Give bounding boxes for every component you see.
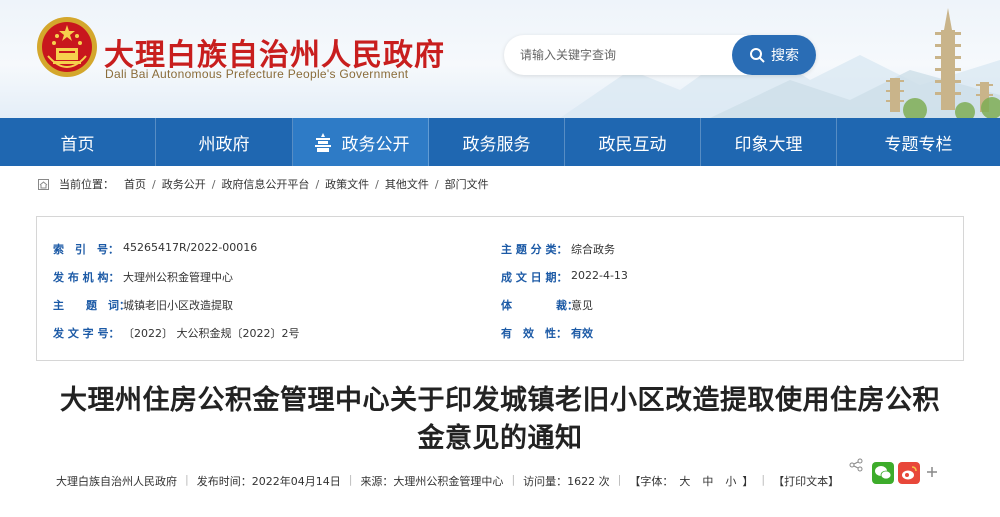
share-icon[interactable] [848,458,864,472]
breadcrumb-policy-docs[interactable]: 政策文件 [325,176,369,192]
breadcrumb-other-docs[interactable]: 其他文件 [385,176,429,192]
wechat-icon[interactable] [872,462,894,484]
info-genre: 体 裁： 意见 [501,297,593,313]
info-date: 成 文 日 期： 2022-4-13 [501,269,628,285]
info-label: 有 效 性： [501,327,567,340]
meta-source: 来源：大理州公积金管理中心 [360,475,504,488]
info-label: 主 题 分 类： [501,243,568,256]
national-emblem-icon [37,17,97,77]
font-size-large[interactable]: 大 [679,473,690,489]
share-bar [848,458,938,488]
breadcrumb-dept-docs[interactable]: 部门文件 [445,176,489,192]
site-subtitle: Dali Bai Autonomous Prefecture People's … [105,67,409,81]
nav-item-services[interactable]: 政务服务 [429,118,565,166]
info-value: 意见 [571,299,593,312]
info-value: 综合政务 [571,243,615,256]
meta-divider: | [617,473,622,486]
font-size-end: 】 [742,475,754,488]
font-size-small[interactable]: 小 [725,473,736,489]
meta-views: 访问量：1622 次 [523,475,610,488]
meta-divider: | [761,473,766,486]
document-info-panel: 索 引 号： 45265417R/2022-00016 主 题 分 类： 综合政… [36,216,964,361]
breadcrumb-separator: / [434,177,439,191]
meta-divider: | [185,473,189,486]
search-button-label: 搜索 [771,48,799,64]
nav-item-topics[interactable]: 专题专栏 [837,118,1000,166]
info-label: 体 裁： [501,299,578,312]
weibo-icon[interactable] [898,462,920,484]
document-title: 大理州住房公积金管理中心关于印发城镇老旧小区改造提取使用住房公积 金意见的通知 [36,382,964,458]
info-value: 大理州公积金管理中心 [123,271,233,284]
nav-item-public-affairs[interactable]: 政务公开 [293,118,429,166]
font-size-label: 【字体： [629,475,674,488]
nav-label: 政民互动 [598,134,667,155]
info-publisher: 发 布 机 构： 大理州公积金管理中心 [53,269,233,285]
nav-item-government[interactable]: 州政府 [156,118,293,166]
nav-label: 印象大理 [734,134,803,155]
nav-item-interaction[interactable]: 政民互动 [565,118,701,166]
info-value: 45265417R/2022-00016 [123,241,258,254]
info-value: 〔2022〕 大公积金规〔2022〕2号 [123,327,300,340]
info-docno: 发 文 字 号： 〔2022〕 大公积金规〔2022〕2号 [53,325,299,341]
document-meta: 大理白族自治州人民政府 | 发布时间：2022年04月14日 | 来源：大理州公… [56,473,839,489]
meta-publish-time: 发布时间：2022年04月14日 [196,475,341,488]
print-button[interactable]: 【打印文本】 [773,473,839,489]
info-validity: 有 效 性： 有效 [501,325,593,341]
breadcrumb-separator: / [211,177,216,191]
info-keyword: 主 题 词： 城镇老旧小区改造提取 [53,297,233,313]
document-title-line-2: 金意见的通知 [417,423,583,454]
font-size-medium[interactable]: 中 [702,473,713,489]
nav-label: 首页 [60,134,95,155]
nav-item-home[interactable]: 首页 [0,118,156,166]
breadcrumb-prefix: 当前位置： [59,178,114,191]
nav-label: 政务服务 [462,134,531,155]
nav-label: 政务公开 [341,134,410,155]
info-topic: 主 题 分 类： 综合政务 [501,241,615,257]
search-button[interactable]: 搜索 [732,35,816,75]
plus-icon[interactable] [926,466,938,478]
document-title-line-1: 大理州住房公积金管理中心关于印发城镇老旧小区改造提取使用住房公积 [60,385,940,416]
breadcrumb-public-affairs[interactable]: 政务公开 [162,176,206,192]
info-value: 有效 [571,327,593,340]
breadcrumb-separator: / [375,177,379,191]
info-label: 成 文 日 期： [501,271,568,284]
pagoda-icon [314,133,331,152]
breadcrumb-home[interactable]: 首页 [124,176,146,192]
info-label: 索 引 号： [53,243,119,256]
breadcrumb-separator: / [152,177,156,191]
nav-label: 州政府 [198,134,250,155]
search-icon [750,48,765,63]
info-label: 主 题 词： [53,299,130,312]
meta-divider: | [348,473,353,486]
breadcrumb: 当前位置： 首页 / 政务公开 / 政府信息公开平台 / 政策文件 / 其他文件… [38,176,489,192]
site-header: 大理白族自治州人民政府 Dali Bai Autonomous Prefectu… [0,0,1000,118]
search-input[interactable] [520,45,730,65]
meta-source-org: 大理白族自治州人民政府 [56,475,177,488]
info-value: 2022-4-13 [571,269,628,282]
info-value: 城镇老旧小区改造提取 [123,299,233,312]
breadcrumb-info-platform[interactable]: 政府信息公开平台 [221,176,309,192]
meta-divider: | [511,473,516,486]
breadcrumb-separator: / [315,177,320,191]
info-label: 发 文 字 号： [53,327,120,340]
main-nav: 首页 州政府 政务公开 政务服务 政民互动 印象大理 专题专栏 [0,118,1000,166]
nav-item-impression[interactable]: 印象大理 [701,118,837,166]
search-box: 搜索 [504,35,816,75]
home-icon [38,178,49,190]
info-index: 索 引 号： 45265417R/2022-00016 [53,241,257,257]
nav-label: 专题专栏 [884,134,953,155]
info-label: 发 布 机 构： [53,271,120,284]
